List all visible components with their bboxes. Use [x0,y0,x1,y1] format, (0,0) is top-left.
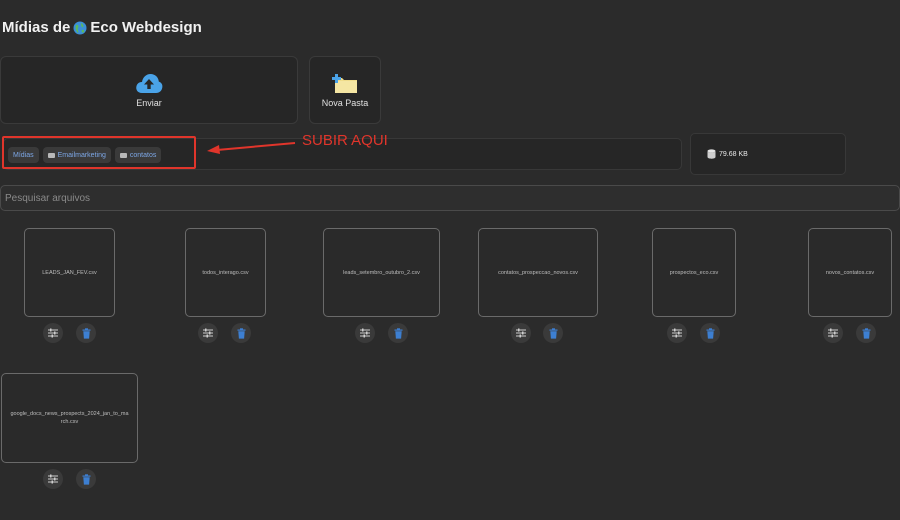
page-title-brand: Eco Webdesign [90,19,202,36]
file-delete-button[interactable] [856,323,876,343]
file-delete-button[interactable] [76,469,96,489]
sliders-icon [516,328,526,338]
file-card[interactable]: prospectos_eco.csv [652,228,736,317]
sliders-icon [672,328,682,338]
file-delete-button[interactable] [76,323,96,343]
file-name: google_docs_news_prospects_2024_jan_to_m… [10,411,129,425]
file-name: todos_interago.csv [202,269,249,276]
trash-icon [706,327,714,339]
file-name: leads_setembro_outubro_2.csv [343,269,420,276]
trash-icon [237,327,245,339]
upload-button[interactable]: Enviar [0,56,298,124]
sliders-icon [828,328,838,338]
file-card[interactable]: google_docs_news_prospects_2024_jan_to_m… [1,373,138,463]
sliders-icon [48,474,58,484]
sliders-icon [48,328,58,338]
file-settings-button[interactable] [198,323,218,343]
globe-icon [73,21,87,34]
database-icon [707,149,716,159]
file-card[interactable]: todos_interago.csv [185,228,266,317]
file-card[interactable]: leads_setembro_outubro_2.csv [323,228,440,317]
trash-icon [82,327,90,339]
storage-used-value: 79.68 KB [719,150,748,158]
file-delete-button[interactable] [700,323,720,343]
upload-label: Enviar [136,98,162,108]
trash-icon [862,327,870,339]
file-settings-button[interactable] [43,323,63,343]
file-settings-button[interactable] [511,323,531,343]
storage-usage: 79.68 KB [690,133,846,175]
page-title: Mídias de Eco Webdesign [2,19,202,36]
file-name: contatos_prospeccao_novos.csv [498,269,578,276]
annotation-arrow-icon [207,142,296,154]
file-delete-button[interactable] [231,323,251,343]
file-name: prospectos_eco.csv [669,269,719,276]
file-delete-button[interactable] [543,323,563,343]
file-card[interactable]: novos_contatos.csv [808,228,892,317]
file-delete-button[interactable] [388,323,408,343]
page-title-prefix: Mídias de [2,19,71,36]
file-name: LEADS_JAN_FEV.csv [42,269,97,276]
trash-icon [82,473,90,485]
file-settings-button[interactable] [667,323,687,343]
trash-icon [549,327,557,339]
file-name: novos_contatos.csv [825,269,875,276]
file-settings-button[interactable] [355,323,375,343]
annotation-highlight-box [2,136,196,169]
new-folder-label: Nova Pasta [321,98,369,108]
file-settings-button[interactable] [43,469,63,489]
trash-icon [394,327,402,339]
search-input[interactable] [0,185,900,211]
file-settings-button[interactable] [823,323,843,343]
sliders-icon [360,328,370,338]
new-folder-button[interactable]: Nova Pasta [309,56,381,124]
file-card[interactable]: LEADS_JAN_FEV.csv [24,228,115,317]
sliders-icon [203,328,213,338]
cloud-upload-icon [136,74,163,93]
new-folder-icon [332,74,357,93]
annotation-text: SUBIR AQUI [302,132,388,149]
file-card[interactable]: contatos_prospeccao_novos.csv [478,228,598,317]
